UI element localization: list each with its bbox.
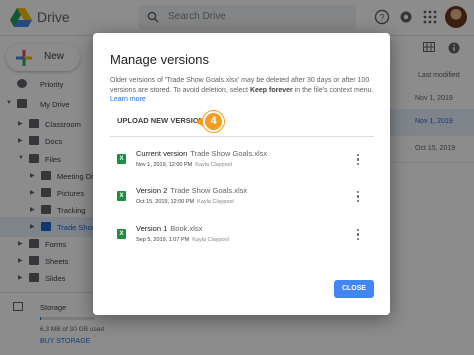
version-author: Kayla Claypool	[195, 162, 232, 168]
dialog-description: Older versions of 'Trade Show Goals.xlsx…	[110, 77, 374, 103]
version-filename: Trade Show Goals.xlsx	[190, 149, 268, 158]
version-date: Oct 15, 2019, 12:00 PM	[136, 199, 195, 205]
more-options-icon[interactable]	[354, 229, 362, 243]
version-row-current[interactable]: X Current version Trade Show Goals.xlsx N…	[110, 142, 374, 182]
dialog-divider	[110, 136, 374, 137]
version-filename: Book.xlsx	[170, 224, 203, 233]
version-date: Nov 1, 2019, 12:00 PM	[136, 162, 193, 168]
version-label: Version 2	[136, 186, 168, 195]
version-row-2[interactable]: X Version 2 Trade Show Goals.xlsx Oct 15,…	[110, 179, 374, 219]
version-label: Version 1	[136, 224, 168, 233]
close-button[interactable]: CLOSE	[334, 280, 374, 298]
dialog-title: Manage versions	[110, 52, 209, 67]
upload-new-version-button[interactable]: UPLOAD NEW VERSION	[117, 116, 204, 125]
manage-versions-dialog: Manage versions Older versions of 'Trade…	[93, 33, 390, 315]
version-label: Current version	[136, 149, 188, 158]
version-row-1[interactable]: X Version 1 Book.xlsx Sep 5, 2019, 1:07 P…	[110, 217, 374, 257]
excel-file-icon: X	[117, 229, 126, 239]
excel-file-icon: X	[117, 191, 126, 201]
version-filename: Trade Show Goals.xlsx	[170, 186, 248, 195]
more-options-icon[interactable]	[354, 191, 362, 205]
version-date: Sep 5, 2019, 1:07 PM	[136, 237, 190, 243]
excel-file-icon: X	[117, 154, 126, 164]
version-author: Kayla Claypool	[192, 237, 229, 243]
learn-more-link[interactable]: Learn more	[110, 96, 146, 103]
step-callout-badge: 4	[203, 111, 224, 132]
version-author: Kayla Claypool	[197, 199, 234, 205]
more-options-icon[interactable]	[354, 154, 362, 168]
